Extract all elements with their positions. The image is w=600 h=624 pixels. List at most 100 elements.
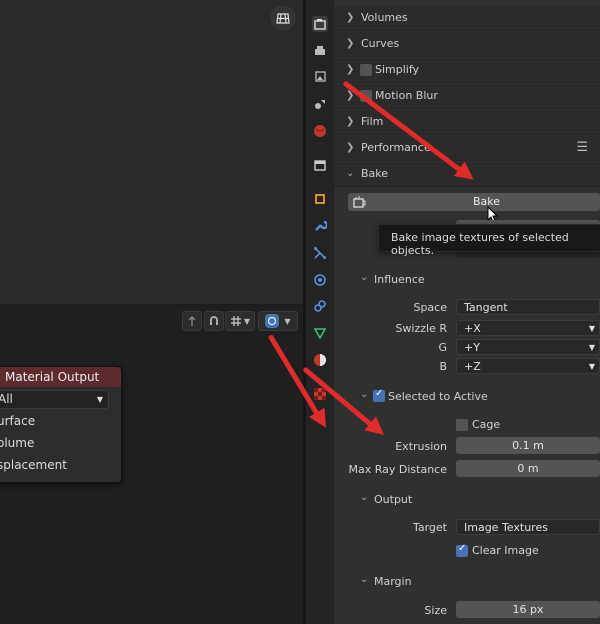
- panel-label: Curves: [361, 37, 400, 50]
- target-label: Target: [412, 521, 447, 534]
- mesh-triangle-icon: [313, 328, 327, 340]
- chevron-down-icon: ⌄: [360, 272, 369, 283]
- view-layer-tab[interactable]: [312, 69, 328, 85]
- properties-tab-strip: [306, 0, 334, 624]
- cage-checkbox[interactable]: [456, 419, 468, 431]
- bake-button[interactable]: Bake: [348, 193, 600, 211]
- max-ray-distance-label: Max Ray Distance: [348, 463, 447, 476]
- panel-volumes[interactable]: ❯ Volumes: [334, 6, 600, 31]
- g-label: G: [438, 341, 447, 354]
- printer-icon: [315, 46, 325, 55]
- object-tab[interactable]: [312, 191, 328, 207]
- chevron-down-icon: ⌄: [360, 492, 369, 503]
- orange-square-icon: [315, 194, 325, 204]
- constraints-tab[interactable]: [312, 298, 328, 314]
- overlay-dropdown[interactable]: ▼: [258, 311, 298, 331]
- scene-tab[interactable]: [312, 96, 328, 112]
- output-tab[interactable]: [312, 43, 328, 59]
- subpanel-label: Output: [374, 493, 413, 506]
- extrusion-field[interactable]: 0.1 m: [456, 437, 600, 454]
- physics-tab[interactable]: [312, 272, 328, 288]
- panel-label: Bake: [361, 167, 389, 180]
- b-label: B: [439, 360, 447, 373]
- target-dropdown[interactable]: Image Textures: [456, 519, 600, 535]
- chevron-down-icon: ▼: [96, 395, 103, 404]
- collection-tab[interactable]: [312, 157, 328, 173]
- chevron-right-icon: ❯: [346, 64, 355, 75]
- panel-label: Motion Blur: [375, 89, 438, 102]
- subpanel-label: Influence: [374, 273, 425, 286]
- particles-icon: [314, 247, 326, 259]
- margin-size-label: Size: [424, 604, 447, 617]
- material-sphere-icon: [314, 354, 326, 366]
- world-tab[interactable]: [312, 123, 328, 139]
- globe-icon: [314, 125, 326, 137]
- panel-simplify[interactable]: ❯ Simplify: [334, 58, 600, 83]
- bake-tooltip: Bake image textures of selected objects.: [378, 224, 600, 257]
- panel-film[interactable]: ❯ Film: [334, 110, 600, 135]
- subpanel-margin[interactable]: ⌄ Margin: [352, 570, 600, 592]
- scene-icon: [315, 100, 325, 109]
- selected-to-active-checkbox[interactable]: ✓: [373, 388, 385, 402]
- box-icon: [314, 160, 326, 171]
- margin-size-field[interactable]: 16 px: [456, 601, 600, 618]
- subpanel-selected-to-active[interactable]: ⌄ ✓ Selected to Active: [352, 385, 600, 407]
- bake-icon: [353, 196, 366, 208]
- material-output-node[interactable]: Material Output All ▼ urface olume splac…: [0, 366, 122, 483]
- space-value: Tangent: [464, 301, 508, 314]
- panel-label: Volumes: [361, 11, 408, 24]
- render-tab[interactable]: [312, 16, 328, 32]
- panel-label: Film: [361, 115, 384, 128]
- space-label: Space: [413, 301, 447, 314]
- physics-icon: [314, 274, 326, 286]
- chevron-down-icon: ⌄: [360, 389, 369, 400]
- swizzle-g-dropdown[interactable]: +Y ▼: [456, 339, 600, 355]
- subpanel-output[interactable]: ⌄ Output: [352, 488, 600, 510]
- chevron-down-icon: ⌄: [360, 574, 369, 585]
- target-select[interactable]: All ▼: [0, 390, 109, 409]
- wrench-icon: [315, 220, 327, 231]
- panel-performance[interactable]: ❯ Performance ☰: [334, 136, 600, 161]
- subpanel-influence[interactable]: ⌄ Influence: [352, 268, 600, 290]
- subpanel-label: Selected to Active: [388, 390, 488, 403]
- material-tab[interactable]: [312, 352, 328, 368]
- target-value: Image Textures: [464, 521, 548, 534]
- extrusion-label: Extrusion: [395, 440, 447, 453]
- checkmark-icon: ✓: [375, 388, 384, 399]
- arrow-up-icon: [188, 316, 196, 326]
- snap-grid-icon: [230, 316, 241, 326]
- grid-icon: [276, 13, 290, 24]
- grid-toggle-button[interactable]: [271, 6, 295, 30]
- swizzle-r-value: +X: [464, 322, 481, 335]
- cage-label: Cage: [472, 418, 501, 431]
- camera-back-icon: [314, 19, 326, 30]
- max-ray-distance-field[interactable]: 0 m: [456, 460, 600, 477]
- parent-node-button[interactable]: [182, 311, 202, 331]
- panel-curves[interactable]: ❯ Curves: [334, 32, 600, 57]
- clear-image-label: Clear Image: [472, 544, 539, 557]
- list-menu-icon[interactable]: ☰: [576, 136, 588, 160]
- data-tab[interactable]: [312, 325, 328, 341]
- swizzle-r-dropdown[interactable]: +X ▼: [456, 320, 600, 336]
- chevron-right-icon: ❯: [346, 12, 355, 23]
- swizzle-g-value: +Y: [464, 341, 480, 354]
- space-dropdown[interactable]: Tangent: [456, 299, 600, 315]
- clear-image-checkbox[interactable]: ✓: [456, 543, 468, 557]
- swizzle-b-value: +Z: [464, 360, 481, 373]
- chevron-down-icon: ▼: [588, 362, 595, 371]
- particles-tab[interactable]: [312, 245, 328, 261]
- surface-socket-label: urface: [0, 414, 36, 428]
- swizzle-r-label: Swizzle R: [395, 322, 447, 335]
- chevron-down-icon: ⌄: [346, 168, 355, 179]
- snap-toggle-button[interactable]: [204, 311, 224, 331]
- swizzle-b-dropdown[interactable]: +Z ▼: [456, 358, 600, 374]
- volume-socket-label: olume: [0, 436, 35, 450]
- chevron-down-icon: ▼: [588, 343, 595, 352]
- simplify-checkbox[interactable]: [360, 64, 372, 76]
- modifiers-tab[interactable]: [312, 218, 328, 234]
- chevron-right-icon: ❯: [346, 142, 355, 153]
- tooltip-text: Bake image textures of selected objects.: [391, 231, 569, 257]
- snap-element-dropdown[interactable]: ▼: [225, 311, 255, 331]
- image-viewport[interactable]: [0, 0, 303, 304]
- image-stack-icon: [315, 71, 326, 82]
